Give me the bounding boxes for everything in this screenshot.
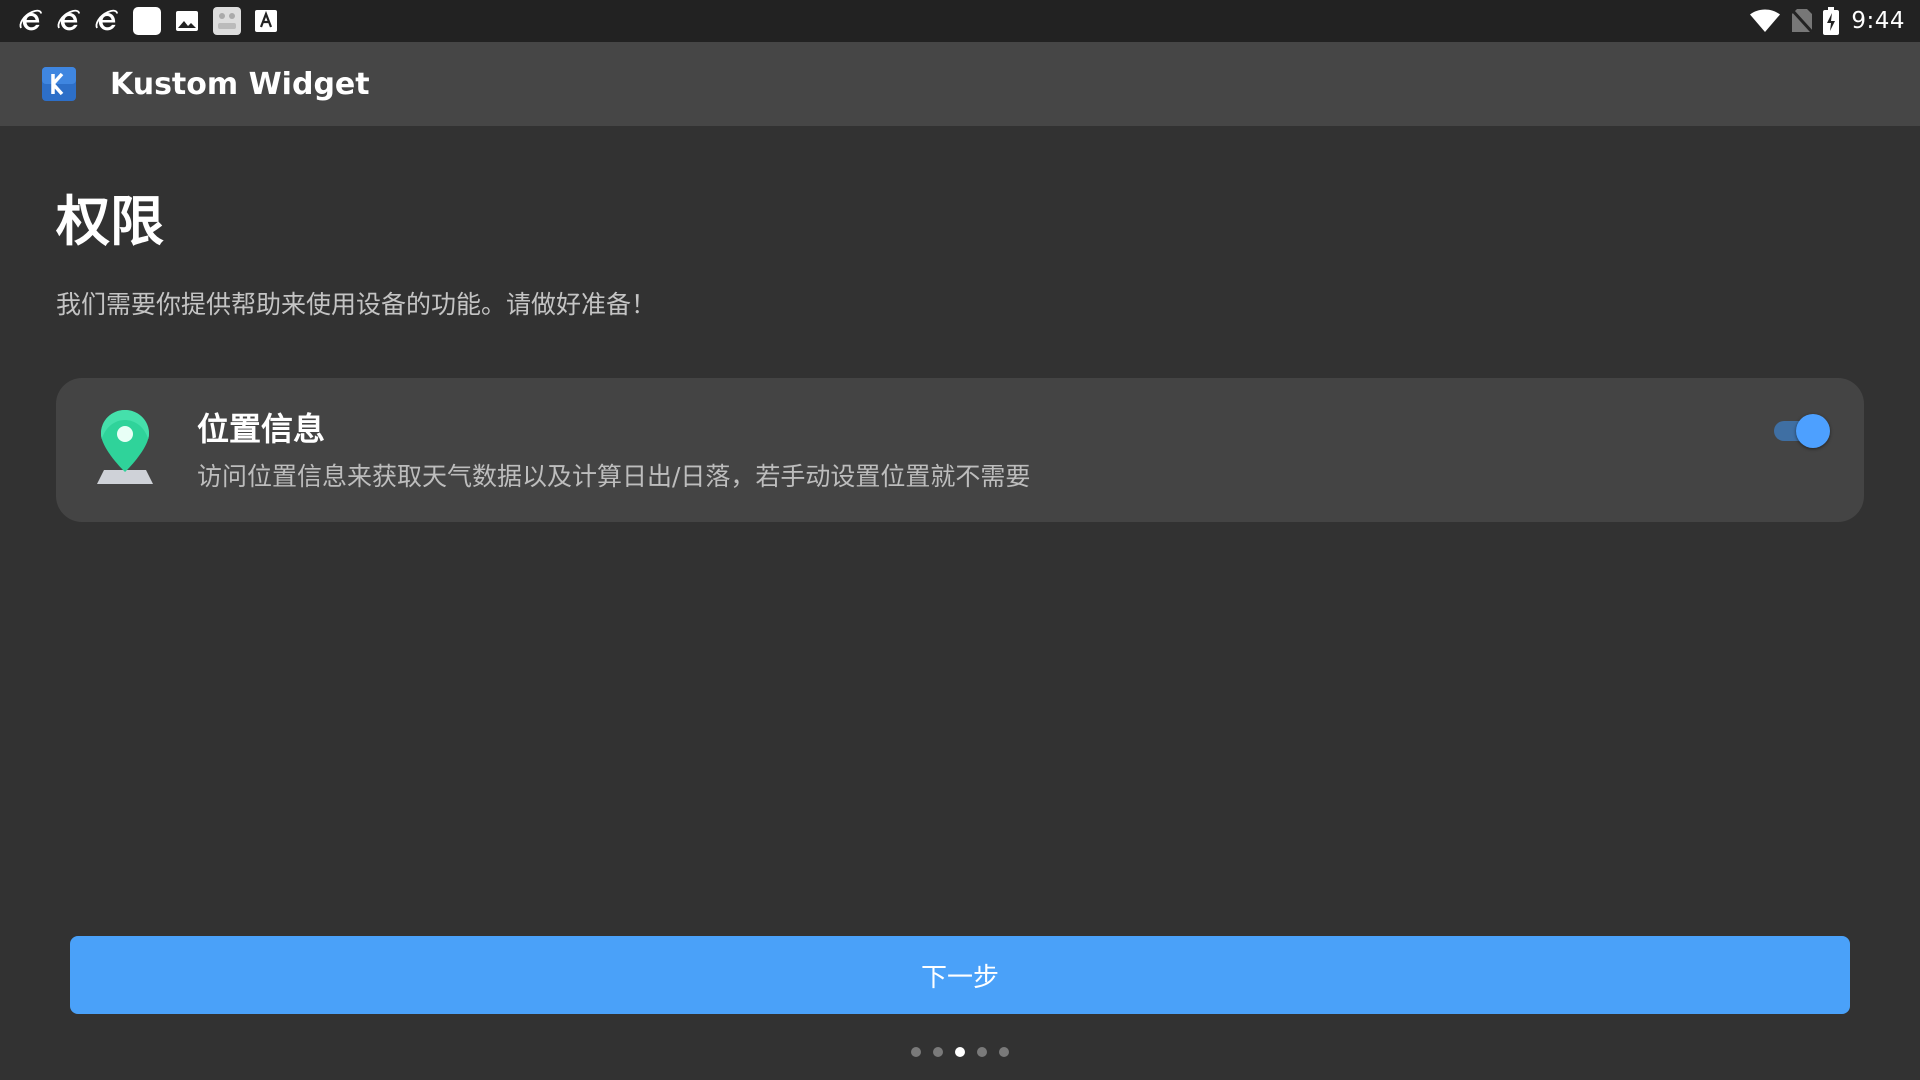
page-dot-active	[955, 1047, 965, 1057]
permission-title: 位置信息	[197, 410, 326, 448]
gallery-icon	[212, 6, 242, 36]
page-dot	[999, 1047, 1009, 1057]
ie-browser-icon	[56, 8, 82, 34]
page-indicator	[0, 1046, 1920, 1058]
battery-charging-icon	[1823, 7, 1840, 35]
page-dot	[911, 1047, 921, 1057]
page-dot	[977, 1047, 987, 1057]
ie-browser-icon	[18, 8, 44, 34]
location-pin-icon	[96, 408, 154, 484]
page-dot	[933, 1047, 943, 1057]
blank-app-icon	[132, 6, 162, 36]
page-subtitle: 我们需要你提供帮助来使用设备的功能。请做好准备！	[56, 290, 657, 319]
status-right: 9:44	[1749, 7, 1905, 35]
permission-description: 访问位置信息来获取天气数据以及计算日出/日落，若手动设置位置就不需要	[197, 462, 1031, 491]
image-icon	[174, 8, 200, 34]
permission-card-location[interactable]: 位置信息 访问位置信息来获取天气数据以及计算日出/日落，若手动设置位置就不需要	[56, 378, 1864, 522]
app-toolbar: Kustom Widget	[0, 42, 1920, 126]
location-permission-toggle[interactable]	[1770, 410, 1832, 450]
kustom-k-icon	[41, 66, 77, 102]
status-left	[18, 6, 290, 36]
app-title: Kustom Widget	[110, 66, 370, 102]
next-step-button[interactable]: 下一步	[70, 936, 1850, 1014]
screen: 9:44 Kustom Widget 权限 我们需要你提供帮助来使用设备的功能。…	[0, 0, 1920, 1080]
ie-browser-icon	[94, 8, 120, 34]
status-time: 9:44	[1851, 8, 1905, 34]
wifi-icon	[1749, 9, 1781, 33]
font-icon	[254, 9, 278, 33]
page-title: 权限	[56, 190, 164, 253]
status-bar: 9:44	[0, 0, 1920, 42]
no-sim-icon	[1791, 8, 1814, 34]
toggle-thumb	[1796, 414, 1830, 448]
